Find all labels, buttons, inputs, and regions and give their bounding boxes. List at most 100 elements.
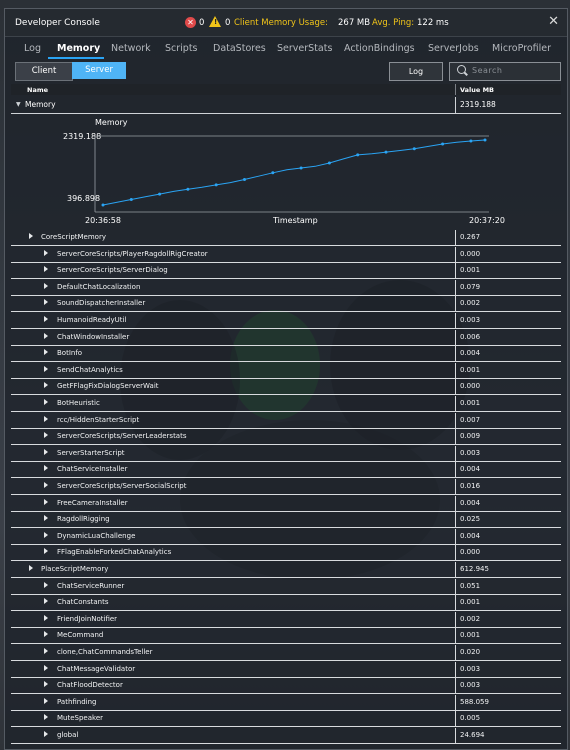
close-icon[interactable]: ✕: [548, 14, 559, 29]
column-divider[interactable]: [455, 84, 456, 95]
column-divider: [455, 346, 456, 363]
collapsed-chevron-icon[interactable]: [44, 548, 48, 555]
collapsed-chevron-icon[interactable]: [29, 233, 33, 239]
column-divider: [455, 263, 456, 280]
script-row[interactable]: ServerCoreScripts/ServerLeaderstats 0.009: [11, 429, 561, 446]
collapsed-chevron-icon[interactable]: [44, 316, 48, 322]
script-row[interactable]: BotInfo 0.004: [11, 346, 561, 363]
collapsed-chevron-icon[interactable]: [44, 299, 48, 306]
memory-data-point[interactable]: [384, 150, 388, 154]
client-toggle-button[interactable]: Client: [15, 62, 73, 81]
memory-data-point[interactable]: [299, 166, 303, 170]
tab-datastores[interactable]: DataStores: [213, 43, 266, 54]
section-row[interactable]: PlaceScriptMemory 612.945: [11, 562, 561, 578]
memory-data-point[interactable]: [356, 153, 360, 157]
script-row[interactable]: SendChatAnalytics 0.001: [11, 362, 561, 379]
collapsed-chevron-icon[interactable]: [44, 332, 48, 339]
memory-data-point[interactable]: [243, 178, 246, 181]
tab-microprofiler[interactable]: MicroProfiler: [492, 43, 551, 54]
memory-data-point[interactable]: [101, 203, 105, 207]
collapsed-chevron-icon[interactable]: [44, 399, 48, 405]
memory-data-point[interactable]: [483, 138, 487, 142]
script-row[interactable]: clone,ChatCommandsTeller 0.020: [11, 645, 561, 661]
script-row[interactable]: FreeCameraInstaller 0.004: [11, 495, 561, 512]
collapsed-chevron-icon[interactable]: [44, 249, 48, 256]
memory-data-point[interactable]: [158, 192, 162, 196]
collapsed-chevron-icon[interactable]: [44, 531, 48, 538]
collapsed-chevron-icon[interactable]: [44, 714, 48, 721]
tab-memory[interactable]: Memory: [57, 43, 100, 54]
section-row[interactable]: CoreScriptMemory 0.267: [11, 230, 561, 246]
memory-data-point[interactable]: [186, 187, 190, 191]
collapsed-chevron-icon[interactable]: [44, 432, 48, 439]
collapsed-chevron-icon[interactable]: [29, 565, 33, 571]
script-row[interactable]: MeCommand 0.001: [11, 628, 561, 645]
column-value-header[interactable]: Value MB: [460, 86, 494, 94]
script-row[interactable]: HumanoidReadyUtil 0.003: [11, 313, 561, 329]
tab-actionbindings[interactable]: ActionBindings: [344, 43, 415, 54]
collapsed-chevron-icon[interactable]: [44, 349, 48, 356]
error-icon[interactable]: ✕: [185, 17, 196, 28]
script-row[interactable]: MuteSpeaker 0.005: [11, 711, 561, 728]
script-row[interactable]: ChatMessageValidator 0.003: [11, 661, 561, 678]
collapsed-chevron-icon[interactable]: [44, 482, 48, 488]
script-row[interactable]: ServerCoreScripts/PlayerRagdollRigCreato…: [11, 246, 561, 263]
memory-data-point[interactable]: [469, 139, 473, 143]
memory-data-point[interactable]: [441, 142, 445, 146]
collapsed-chevron-icon[interactable]: [44, 581, 48, 588]
memory-data-point[interactable]: [214, 183, 218, 187]
collapsed-chevron-icon[interactable]: [44, 515, 48, 522]
script-row[interactable]: ChatServiceInstaller 0.004: [11, 462, 561, 479]
script-row[interactable]: RagdollRigging 0.025: [11, 512, 561, 529]
script-row[interactable]: BotHeuristic 0.001: [11, 396, 561, 412]
server-toggle-button[interactable]: Server: [72, 62, 126, 79]
script-row[interactable]: FFlagEnableForkedChatAnalytics 0.000: [11, 545, 561, 562]
collapsed-chevron-icon[interactable]: [44, 415, 48, 422]
memory-data-point[interactable]: [129, 198, 133, 201]
collapsed-chevron-icon[interactable]: [44, 731, 48, 737]
collapsed-chevron-icon[interactable]: [44, 681, 48, 688]
script-row[interactable]: ServerCoreScripts/ServerSocialScript 0.01…: [11, 479, 561, 495]
collapsed-chevron-icon[interactable]: [44, 266, 48, 273]
collapsed-chevron-icon[interactable]: [44, 498, 48, 505]
script-row[interactable]: SoundDispatcherInstaller 0.002: [11, 296, 561, 313]
tab-network[interactable]: Network: [111, 43, 151, 54]
search-input[interactable]: Search: [449, 62, 561, 81]
collapsed-chevron-icon[interactable]: [44, 365, 48, 372]
tab-scripts[interactable]: Scripts: [165, 43, 198, 54]
script-row[interactable]: ServerCoreScripts/ServerDialog 0.001: [11, 263, 561, 280]
memory-data-point[interactable]: [412, 147, 416, 151]
script-row[interactable]: DynamicLuaChallenge 0.004: [11, 528, 561, 545]
collapsed-chevron-icon[interactable]: [44, 382, 48, 389]
collapsed-chevron-icon[interactable]: [44, 465, 48, 472]
collapsed-chevron-icon[interactable]: [44, 648, 48, 654]
script-row[interactable]: ChatWindowInstaller 0.006: [11, 329, 561, 346]
script-row[interactable]: DefaultChatLocalization 0.079: [11, 279, 561, 296]
expanded-chevron-icon[interactable]: ▼: [16, 101, 21, 108]
collapsed-chevron-icon[interactable]: [44, 598, 48, 605]
memory-row[interactable]: ▼ Memory 2319.188: [11, 97, 561, 114]
collapsed-chevron-icon[interactable]: [44, 664, 48, 671]
script-row[interactable]: FriendJoinNotifier 0.002: [11, 611, 561, 628]
script-row[interactable]: ServerStarterScript 0.003: [11, 445, 561, 462]
tab-log[interactable]: Log: [24, 43, 41, 54]
collapsed-chevron-icon[interactable]: [44, 631, 48, 638]
script-row[interactable]: rcc/HiddenStarterScript 0.007: [11, 412, 561, 429]
script-row[interactable]: GetFFlagFixDialogServerWait 0.000: [11, 379, 561, 396]
collapsed-chevron-icon[interactable]: [44, 697, 48, 704]
log-button[interactable]: Log: [389, 62, 443, 81]
script-row[interactable]: global 24.694: [11, 728, 561, 744]
collapsed-chevron-icon[interactable]: [44, 448, 48, 455]
script-row[interactable]: ChatConstants 0.001: [11, 595, 561, 612]
memory-data-point[interactable]: [271, 171, 275, 175]
script-row[interactable]: ChatServiceRunner 0.051: [11, 578, 561, 595]
collapsed-chevron-icon[interactable]: [44, 614, 48, 621]
tab-serverjobs[interactable]: ServerJobs: [428, 43, 479, 54]
tab-serverstats[interactable]: ServerStats: [277, 43, 332, 54]
collapsed-chevron-icon[interactable]: [44, 282, 48, 289]
script-row[interactable]: Pathfinding 588.059: [11, 694, 561, 711]
title-bar[interactable]: Developer Console ✕ 0 ! 0 Client Memory …: [5, 9, 567, 37]
script-row[interactable]: ChatFloodDetector 0.003: [11, 678, 561, 695]
column-name-header[interactable]: Name: [27, 86, 48, 94]
memory-data-point[interactable]: [327, 161, 331, 165]
